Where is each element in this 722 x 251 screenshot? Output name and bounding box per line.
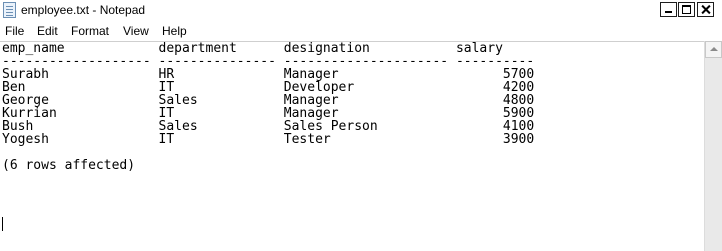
title-bar[interactable]: employee.txt - Notepad — [0, 0, 722, 21]
menu-edit[interactable]: Edit — [37, 24, 58, 38]
rows-affected-text: (6 rows affected) — [2, 158, 136, 173]
notepad-icon[interactable] — [3, 2, 16, 18]
text-editor-area[interactable]: emp_name department designation salary -… — [0, 41, 704, 251]
menu-view[interactable]: View — [123, 24, 149, 38]
menu-file[interactable]: File — [5, 24, 24, 38]
maximize-button[interactable] — [678, 2, 695, 17]
document-text: emp_name department designation salary -… — [2, 42, 534, 172]
menu-help[interactable]: Help — [162, 24, 187, 38]
scroll-up-arrow-icon[interactable] — [705, 41, 722, 58]
table-row: Yogesh IT Tester 3900 — [2, 132, 535, 147]
text-caret — [2, 217, 3, 231]
vertical-scrollbar[interactable] — [704, 41, 722, 251]
menu-bar: File Edit Format View Help — [0, 21, 722, 41]
window-title: employee.txt - Notepad — [21, 3, 146, 17]
menu-format[interactable]: Format — [71, 24, 109, 38]
close-button[interactable] — [697, 2, 714, 17]
minimize-button[interactable] — [660, 2, 677, 17]
